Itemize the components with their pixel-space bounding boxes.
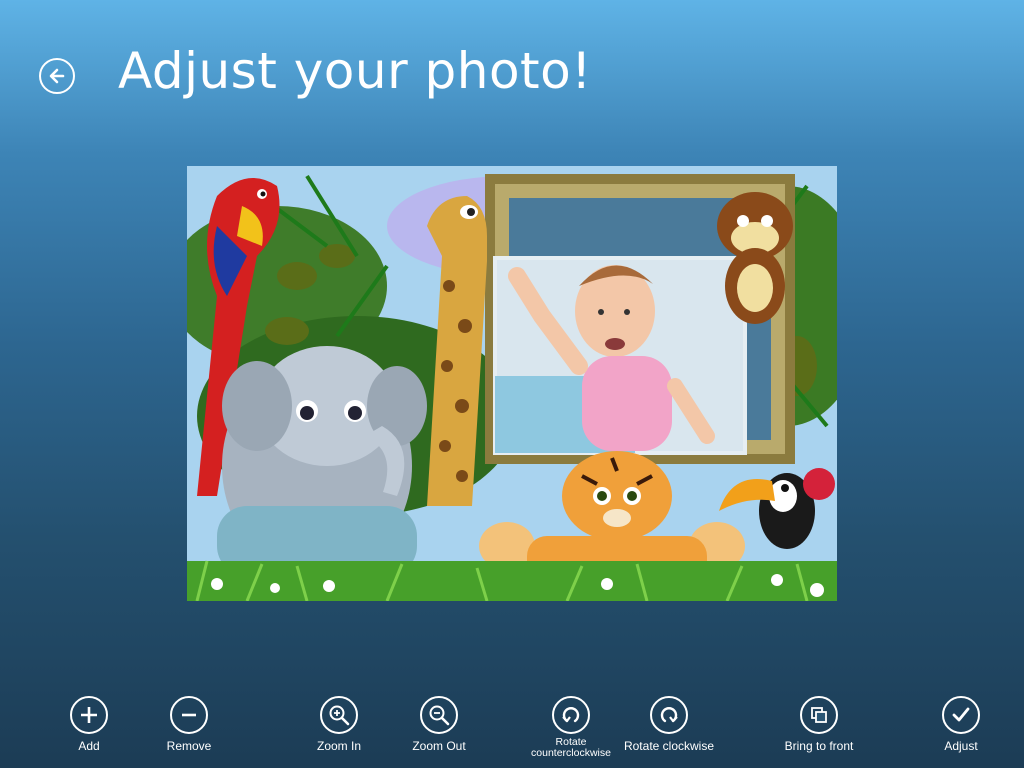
zoom-out-icon — [429, 705, 450, 726]
bring-to-front-label: Bring to front — [784, 739, 854, 753]
add-button[interactable]: Add — [34, 696, 144, 752]
rotate-ccw-button[interactable]: Rotate counterclockwise — [516, 696, 626, 759]
back-button[interactable] — [39, 58, 75, 94]
add-label: Add — [78, 739, 100, 753]
bring-to-front-icon — [811, 707, 827, 723]
back-arrow-icon — [49, 68, 65, 84]
zoom-out-button[interactable]: Zoom Out — [384, 696, 494, 752]
rotate-ccw-label-line2: counterclockwise — [531, 747, 611, 759]
adjust-label: Adjust — [944, 739, 978, 753]
checkmark-icon — [952, 707, 970, 722]
zoom-out-label: Zoom Out — [412, 739, 466, 753]
remove-label: Remove — [166, 739, 212, 753]
page-title: Adjust your photo! — [118, 42, 592, 100]
rotate-ccw-icon — [562, 707, 580, 723]
remove-icon — [182, 713, 196, 717]
bring-to-front-button[interactable]: Bring to front — [764, 696, 874, 752]
add-icon — [81, 707, 97, 723]
rotate-cw-icon — [660, 707, 678, 723]
zoom-in-icon — [329, 705, 350, 726]
jungle-photo-frame — [187, 166, 837, 601]
adjust-button[interactable]: Adjust — [906, 696, 1016, 752]
rotate-cw-button[interactable]: Rotate clockwise — [614, 696, 724, 752]
photo-canvas[interactable] — [187, 166, 837, 601]
rotate-cw-label: Rotate clockwise — [623, 739, 715, 753]
app-bar: Add Remove Zoom In Zoom Out Rotate count… — [0, 690, 1024, 768]
zoom-in-label: Zoom In — [316, 739, 361, 753]
remove-button[interactable]: Remove — [134, 696, 244, 752]
zoom-in-button[interactable]: Zoom In — [284, 696, 394, 752]
